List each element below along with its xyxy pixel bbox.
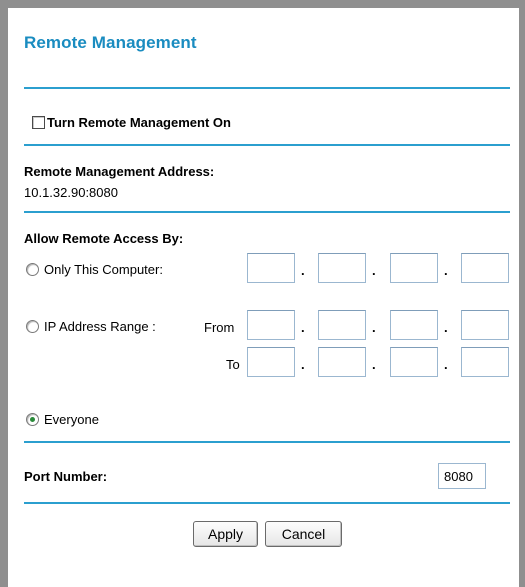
remote-address-label: Remote Management Address:: [24, 164, 215, 179]
ip-separator: .: [444, 320, 448, 335]
everyone-radio[interactable]: [26, 413, 39, 426]
ip-separator: .: [301, 320, 305, 335]
divider: [24, 144, 510, 146]
range-to-ip-octet-1[interactable]: [247, 347, 295, 377]
ip-separator: .: [301, 263, 305, 278]
window-frame-right: [519, 0, 525, 587]
cancel-button[interactable]: Cancel: [265, 521, 342, 547]
window-frame-left: [0, 0, 8, 587]
window-frame-top: [0, 0, 525, 8]
ip-separator: .: [372, 263, 376, 278]
ip-separator: .: [444, 357, 448, 372]
port-number-label: Port Number:: [24, 469, 108, 484]
everyone-label: Everyone: [44, 412, 99, 427]
allow-access-label: Allow Remote Access By:: [24, 231, 184, 246]
remote-management-checkbox[interactable]: [32, 116, 45, 129]
divider: [24, 441, 510, 443]
ip-range-label: IP Address Range :: [44, 319, 156, 334]
ip-separator: .: [301, 357, 305, 372]
ip-separator: .: [444, 263, 448, 278]
range-from-ip-octet-4[interactable]: [461, 310, 509, 340]
only-computer-ip-octet-2[interactable]: [318, 253, 366, 283]
divider: [24, 87, 510, 89]
only-computer-ip-octet-4[interactable]: [461, 253, 509, 283]
only-computer-ip-octet-1[interactable]: [247, 253, 295, 283]
range-from-ip-octet-3[interactable]: [390, 310, 438, 340]
port-number-input[interactable]: 8080: [438, 463, 486, 489]
range-from-ip-octet-1[interactable]: [247, 310, 295, 340]
only-computer-ip-octet-3[interactable]: [390, 253, 438, 283]
range-to-label: To: [226, 357, 240, 372]
apply-button[interactable]: Apply: [193, 521, 258, 547]
range-to-ip-octet-2[interactable]: [318, 347, 366, 377]
range-from-ip-octet-2[interactable]: [318, 310, 366, 340]
ip-range-radio[interactable]: [26, 320, 39, 333]
ip-separator: .: [372, 320, 376, 335]
ip-separator: .: [372, 357, 376, 372]
range-to-ip-octet-3[interactable]: [390, 347, 438, 377]
page-title: Remote Management: [24, 33, 197, 52]
only-this-computer-radio[interactable]: [26, 263, 39, 276]
divider: [24, 502, 510, 504]
range-from-label: From: [204, 320, 235, 335]
range-to-ip-octet-4[interactable]: [461, 347, 509, 377]
remote-address-value: 10.1.32.90:8080: [24, 185, 118, 200]
remote-management-label: Turn Remote Management On: [47, 115, 231, 130]
only-this-computer-label: Only This Computer:: [44, 262, 163, 277]
divider: [24, 211, 510, 213]
